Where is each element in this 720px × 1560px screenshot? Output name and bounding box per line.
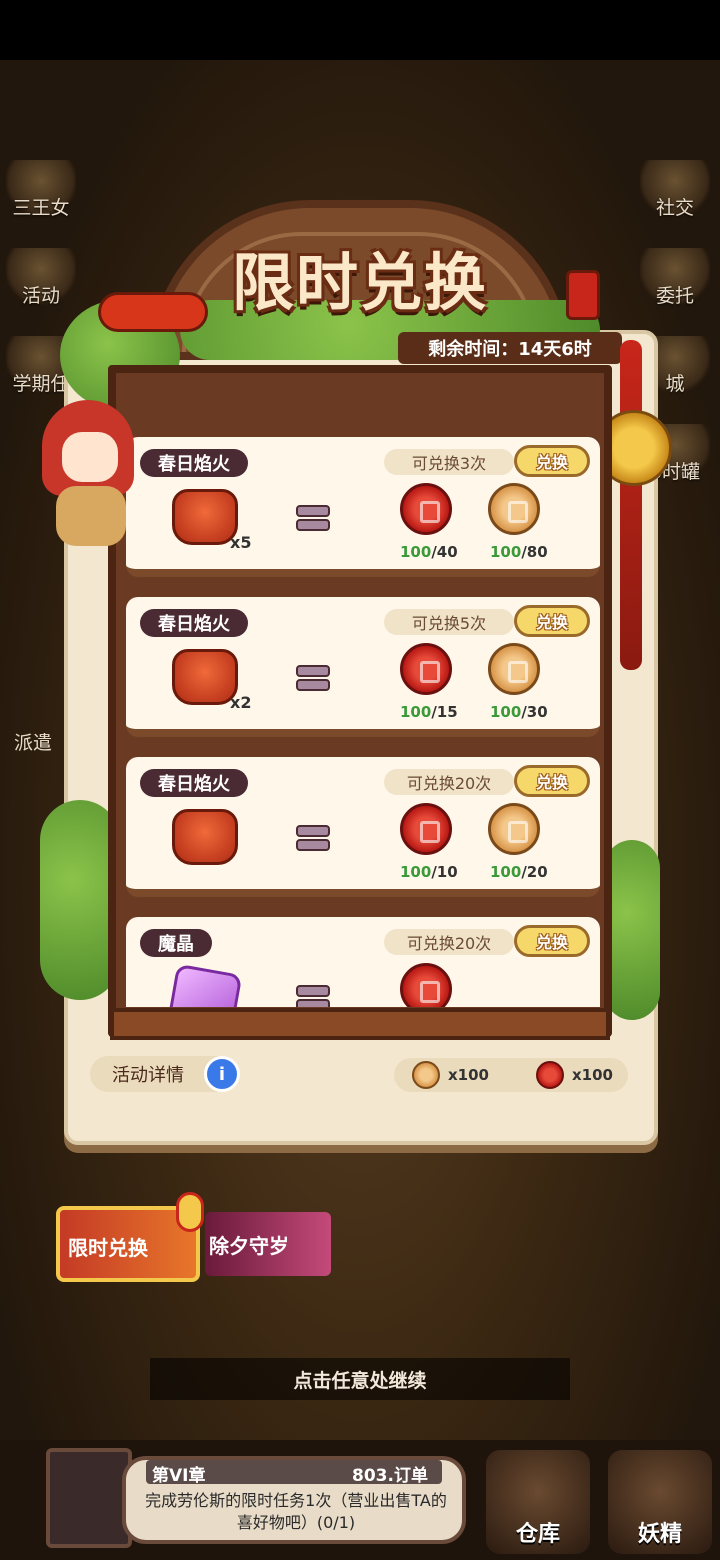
exchange-card: 春日焰火 可兑换20次 兑换 100/10 100/20 — [126, 757, 600, 897]
exchange-button[interactable]: 兑换 — [514, 765, 590, 797]
red-token-count: 100/10 — [400, 863, 458, 881]
exchange-button[interactable]: 兑换 — [514, 925, 590, 957]
exchange-card: 春日焰火 可兑换3次 兑换 x5 100/40 100/80 — [126, 437, 600, 577]
equals-icon — [296, 825, 330, 851]
reward-name: 春日焰火 — [140, 769, 248, 797]
exchange-button[interactable]: 兑换 — [514, 445, 590, 477]
side-left-item-0[interactable]: 三王女 — [6, 160, 76, 220]
equals-icon — [296, 505, 330, 531]
panel-title: 限时兑换 — [231, 246, 488, 319]
side-left-dispatch[interactable]: 派遣 — [14, 728, 52, 755]
gold-token-count: 100/20 — [490, 863, 548, 881]
magic-crystal-icon — [167, 963, 243, 1007]
gold-token-icon — [412, 1061, 440, 1089]
exchange-limit: 可兑换3次 — [384, 449, 514, 475]
lantern-badge-icon — [176, 1192, 204, 1232]
exchange-limit: 可兑换5次 — [384, 609, 514, 635]
quest-book-icon[interactable] — [46, 1448, 132, 1548]
fairy-button[interactable]: 妖精 — [608, 1450, 712, 1554]
side-right-item-0[interactable]: 社交 — [640, 160, 710, 220]
remaining-time: 剩余时间：14天6时 — [398, 332, 622, 364]
red-token-icon — [400, 643, 452, 695]
fish-ornament-icon — [98, 292, 208, 332]
red-token-count: 100/40 — [400, 543, 458, 561]
reward-name: 春日焰火 — [140, 609, 248, 637]
chapter-label: 第VI章 — [152, 1466, 206, 1486]
gold-token-count: 100/30 — [490, 703, 548, 721]
red-token-icon — [400, 803, 452, 855]
chinese-knot-icon — [620, 340, 642, 670]
equals-icon — [296, 985, 330, 1007]
leaf-decoration-right — [604, 840, 660, 1020]
firecracker-icon — [566, 270, 600, 320]
equals-icon — [296, 665, 330, 691]
red-token-icon — [400, 963, 452, 1007]
firework-basket-icon — [172, 489, 238, 545]
reward-quantity: x2 — [230, 693, 252, 712]
quest-text: 完成劳伦斯的限时任务1次（营业出售TA的喜好物吧）(0/1) — [145, 1491, 447, 1532]
firework-basket-icon — [172, 809, 238, 865]
red-token-icon — [536, 1061, 564, 1089]
info-icon[interactable]: i — [204, 1056, 240, 1092]
gold-token-count: 100/80 — [490, 543, 548, 561]
warehouse-button[interactable]: 仓库 — [486, 1450, 590, 1554]
reward-name: 春日焰火 — [140, 449, 248, 477]
exchange-limit: 可兑换20次 — [384, 769, 514, 795]
gold-token-icon — [488, 643, 540, 695]
gold-token-icon — [488, 803, 540, 855]
firework-basket-icon — [172, 649, 238, 705]
exchange-button[interactable]: 兑换 — [514, 605, 590, 637]
side-left-item-1[interactable]: 活动 — [6, 248, 76, 308]
exchange-list[interactable]: 春日焰火 可兑换3次 兑换 x5 100/40 100/80 春日焰火 可兑换5… — [126, 437, 600, 1007]
mascot-girl — [36, 400, 140, 550]
gold-token-balance: x100 — [448, 1066, 489, 1084]
status-bar — [0, 0, 720, 60]
tab-new-year-eve[interactable]: 除夕守岁 — [205, 1212, 331, 1276]
tap-to-continue[interactable]: 点击任意处继续 — [150, 1358, 570, 1400]
reward-name: 魔晶 — [140, 929, 212, 957]
exchange-limit: 可兑换20次 — [384, 929, 514, 955]
reward-quantity: x5 — [230, 533, 252, 552]
side-right-item-1[interactable]: 委托 — [640, 248, 710, 308]
order-count: 803.订单 — [352, 1466, 428, 1486]
quest-header: 第VI章 803.订单 — [146, 1460, 442, 1486]
gold-token-icon — [488, 483, 540, 535]
red-token-count: 100/15 — [400, 703, 458, 721]
exchange-card: 魔晶 可兑换20次 兑换 — [126, 917, 600, 1007]
exchange-card: 春日焰火 可兑换5次 兑换 x2 100/15 100/30 — [126, 597, 600, 737]
red-token-icon — [400, 483, 452, 535]
shelf-base — [110, 1008, 610, 1040]
red-token-balance: x100 — [572, 1066, 613, 1084]
